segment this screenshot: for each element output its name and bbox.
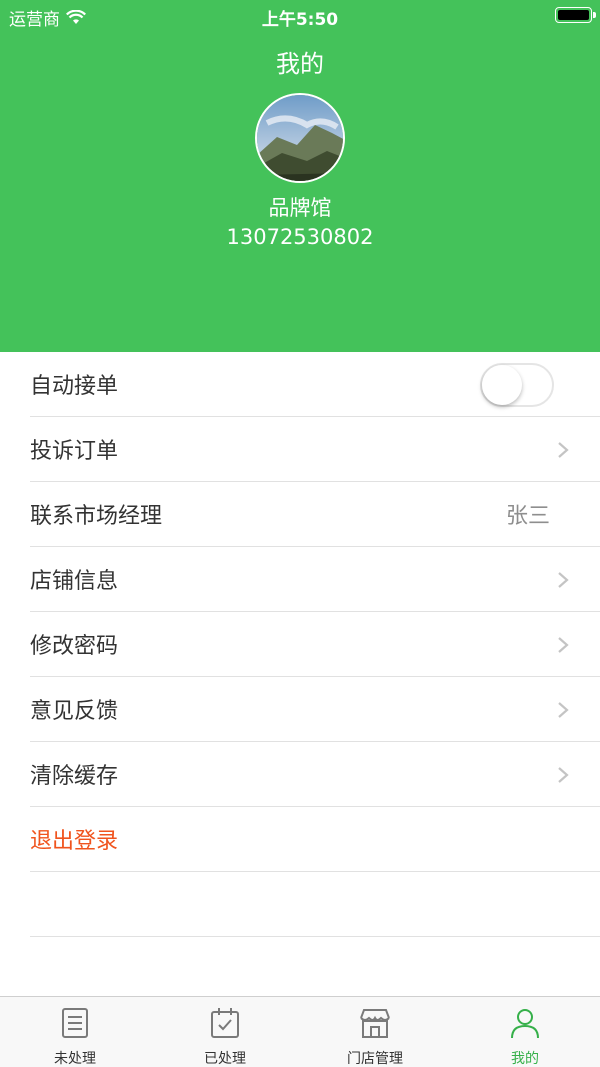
tab-mine[interactable]: 我的 xyxy=(450,997,600,1067)
chevron-right-icon xyxy=(558,442,569,458)
tab-label: 未处理 xyxy=(54,1051,96,1067)
tab-processed[interactable]: 已处理 xyxy=(150,997,300,1067)
auto-accept-row: 自动接单 xyxy=(30,352,600,417)
profile-phone: 13072530802 xyxy=(226,225,374,249)
tab-bar: 未处理 已处理 门店管理 我的 xyxy=(0,996,600,1067)
clear-cache-row[interactable]: 清除缓存 xyxy=(30,742,600,807)
auto-accept-label: 自动接单 xyxy=(30,374,119,399)
avatar-image xyxy=(257,95,343,181)
chevron-right-icon xyxy=(558,702,569,718)
chevron-right-icon xyxy=(558,572,569,588)
calendar-check-icon xyxy=(211,1008,239,1038)
document-list-icon xyxy=(62,1008,88,1038)
shop-info-label: 店铺信息 xyxy=(30,569,119,594)
settings-list: 自动接单 投诉订单 联系市场经理 张三 店铺信息 修改密码 意见反馈 清除缓存 … xyxy=(0,352,600,937)
profile-header: 运营商 上午5:50 我的 品牌馆 13072530802 xyxy=(0,0,600,352)
profile-screen: 运营商 上午5:50 我的 品牌馆 13072530802 自动接单 投诉订单 … xyxy=(0,0,600,1067)
toggle-knob xyxy=(482,365,522,405)
page-title: 我的 xyxy=(276,50,324,78)
contact-manager-value: 张三 xyxy=(505,504,550,529)
change-password-label: 修改密码 xyxy=(30,634,119,659)
complaint-orders-label: 投诉订单 xyxy=(30,439,119,464)
profile-name: 品牌馆 xyxy=(268,196,332,220)
clear-cache-label: 清除缓存 xyxy=(30,764,119,789)
shop-info-row[interactable]: 店铺信息 xyxy=(30,547,600,612)
tab-store-management[interactable]: 门店管理 xyxy=(300,997,450,1067)
empty-row xyxy=(30,872,600,937)
battery-icon xyxy=(555,7,596,23)
status-time: 上午5:50 xyxy=(261,10,339,30)
storefront-icon xyxy=(360,1009,390,1038)
person-icon xyxy=(511,1009,539,1039)
auto-accept-toggle[interactable] xyxy=(480,363,554,407)
feedback-label: 意见反馈 xyxy=(30,699,119,724)
contact-manager-row[interactable]: 联系市场经理 张三 xyxy=(30,482,600,547)
tab-label: 已处理 xyxy=(204,1051,246,1067)
change-password-row[interactable]: 修改密码 xyxy=(30,612,600,677)
complaint-orders-row[interactable]: 投诉订单 xyxy=(30,417,600,482)
contact-manager-label: 联系市场经理 xyxy=(30,504,163,529)
logout-label: 退出登录 xyxy=(30,829,119,854)
tab-unprocessed[interactable]: 未处理 xyxy=(0,997,150,1067)
chevron-right-icon xyxy=(558,637,569,653)
feedback-row[interactable]: 意见反馈 xyxy=(30,677,600,742)
status-bar: 运营商 上午5:50 xyxy=(0,0,600,32)
avatar[interactable] xyxy=(255,93,345,183)
tab-label: 我的 xyxy=(511,1051,539,1067)
tab-label: 门店管理 xyxy=(347,1051,403,1067)
logout-row[interactable]: 退出登录 xyxy=(30,807,600,872)
chevron-right-icon xyxy=(558,767,569,783)
